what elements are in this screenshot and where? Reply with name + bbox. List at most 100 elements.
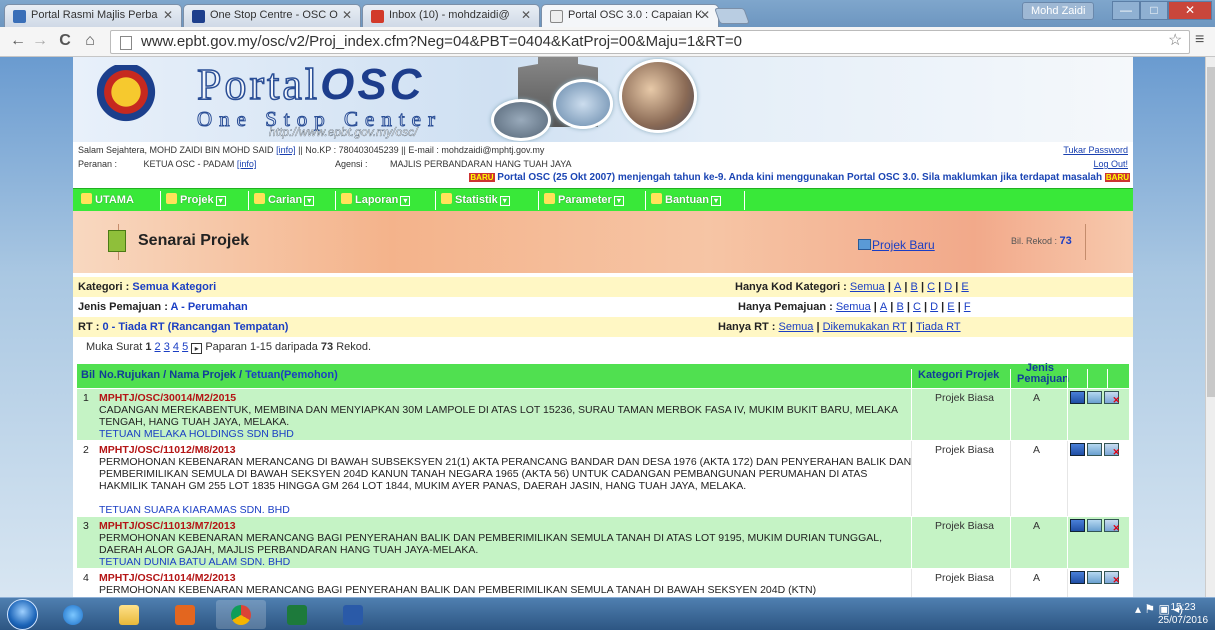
pemajuan-link-b[interactable]: B: [896, 301, 903, 313]
browser-tab-active[interactable]: Portal OSC 3.0 : Capaian K ✕: [541, 4, 719, 28]
project-code-link[interactable]: MPHTJ/OSC/11014/M2/2013: [99, 572, 236, 584]
dropdown-icon: ▾: [215, 196, 226, 206]
jenis-value: A - Perumahan: [170, 301, 248, 313]
browser-tab[interactable]: Portal Rasmi Majlis Perba ✕: [4, 4, 182, 27]
table-row[interactable]: 4 MPHTJ/OSC/11014/M2/2013 PERMOHONAN KEB…: [77, 568, 1129, 597]
delete-icon[interactable]: [1104, 571, 1120, 586]
view-icon[interactable]: [1070, 391, 1085, 404]
table-row[interactable]: 1 MPHTJ/OSC/30014/M2/2015 CADANGAN MEREK…: [77, 388, 1129, 441]
project-code-link[interactable]: MPHTJ/OSC/30014/M2/2015: [99, 392, 236, 404]
rt-link-tiada[interactable]: Tiada RT: [916, 321, 961, 333]
menu-projek[interactable]: Projek ▾: [166, 192, 226, 209]
taskbar-clock[interactable]: 15:23 25/07/2016: [1155, 601, 1211, 627]
view-icon[interactable]: [1070, 519, 1085, 532]
new-badge: BARU: [469, 173, 495, 182]
rt-link-semua[interactable]: Semua: [779, 321, 814, 333]
page-link-5[interactable]: 5: [182, 341, 188, 353]
table-header: Bil No.Rujukan / Nama Projek / Tetuan(Pe…: [77, 363, 1129, 393]
menu-utama[interactable]: UTAMA: [81, 192, 134, 209]
pemajuan-link-e[interactable]: E: [947, 301, 954, 313]
project-description: PERMOHONAN KEBENARAN MERANCANG BAGI PENY…: [99, 532, 883, 556]
tukar-password-link[interactable]: Tukar Password: [1063, 145, 1128, 155]
start-button[interactable]: [7, 599, 38, 630]
taskbar-word[interactable]: [328, 600, 378, 629]
menu-bantuan[interactable]: Bantuan ▾: [651, 192, 721, 209]
maximize-button[interactable]: □: [1140, 1, 1168, 20]
project-type: A: [1033, 392, 1041, 404]
excel-icon: [287, 605, 307, 625]
edit-icon[interactable]: [1087, 571, 1102, 584]
delete-icon[interactable]: [1104, 391, 1120, 406]
close-icon[interactable]: ✕: [700, 8, 710, 22]
new-tab-button[interactable]: [714, 8, 750, 24]
profile-button[interactable]: Mohd Zaidi: [1022, 2, 1095, 20]
reload-button[interactable]: C: [55, 31, 75, 51]
project-code-link[interactable]: MPHTJ/OSC/11013/M7/2013: [99, 520, 236, 532]
menu-statistik[interactable]: Statistik ▾: [441, 192, 510, 209]
next-page-icon[interactable]: ▸: [191, 343, 203, 354]
table-row[interactable]: 2 MPHTJ/OSC/11012/M8/2013 PERMOHONAN KEB…: [77, 440, 1129, 517]
role-info-link[interactable]: [info]: [237, 159, 257, 169]
kod-link-a[interactable]: A: [894, 281, 901, 293]
view-icon[interactable]: [1070, 443, 1085, 456]
home-button[interactable]: ⌂: [80, 31, 100, 51]
scrollbar-thumb[interactable]: [1207, 67, 1215, 397]
close-icon[interactable]: ✕: [342, 8, 352, 22]
edit-icon[interactable]: [1087, 519, 1102, 532]
address-bar[interactable]: www.epbt.gov.my/osc/v2/Proj_index.cfm?Ne…: [110, 30, 1190, 54]
portal-frame: PortalOSC One Stop Center http://www.epb…: [73, 57, 1133, 597]
menu-parameter[interactable]: Parameter ▾: [544, 192, 624, 209]
page-scrollbar[interactable]: [1205, 57, 1215, 597]
main-menu-bar: UTAMA Projek ▾ Carian ▾ Laporan ▾ Statistik…: [73, 188, 1133, 211]
log-out-link[interactable]: Log Out!: [1093, 159, 1128, 169]
record-count: Bil. Rekod : 73: [1011, 235, 1072, 247]
pemajuan-link-c[interactable]: C: [913, 301, 921, 313]
hanya-rt-label: Hanya RT :: [718, 321, 776, 333]
browser-menu-icon[interactable]: ≡: [1195, 31, 1204, 49]
project-applicant: TETUAN SUARA KIARAMAS SDN. BHD: [99, 504, 290, 516]
kod-link-d[interactable]: D: [944, 281, 952, 293]
menu-carian[interactable]: Carian ▾: [254, 192, 315, 209]
project-code-link[interactable]: MPHTJ/OSC/11012/M8/2013: [99, 444, 236, 456]
minimize-button[interactable]: —: [1112, 1, 1140, 20]
close-icon[interactable]: ✕: [163, 8, 173, 22]
word-icon: [343, 605, 363, 625]
page-link-2[interactable]: 2: [155, 341, 161, 353]
browser-tab[interactable]: Inbox (10) - mohdzaidi@ ✕: [362, 4, 540, 27]
taskbar-explorer[interactable]: [104, 600, 154, 629]
delete-icon[interactable]: [1104, 443, 1120, 458]
edit-icon[interactable]: [1087, 443, 1102, 456]
bookmark-star-icon[interactable]: ☆: [1168, 30, 1182, 50]
menu-laporan[interactable]: Laporan ▾: [341, 192, 411, 209]
user-info-link[interactable]: [info]: [276, 145, 296, 155]
close-icon[interactable]: ✕: [521, 8, 531, 22]
forward-button[interactable]: →: [30, 31, 50, 51]
pemajuan-link-d[interactable]: D: [930, 301, 938, 313]
kod-link-c[interactable]: C: [927, 281, 935, 293]
back-button[interactable]: ←: [8, 31, 28, 51]
project-type: A: [1033, 520, 1041, 532]
taskbar-outlook[interactable]: [160, 600, 210, 629]
page-icon: [550, 10, 563, 23]
taskbar-excel[interactable]: [272, 600, 322, 629]
projek-baru-link[interactable]: Projek Baru: [858, 238, 935, 252]
page-link-4[interactable]: 4: [173, 341, 179, 353]
rt-link-dikemukakan[interactable]: Dikemukakan RT: [823, 321, 907, 333]
delete-icon[interactable]: [1104, 519, 1120, 534]
kod-link-b[interactable]: B: [911, 281, 918, 293]
browser-tab[interactable]: One Stop Centre - OSC O ✕: [183, 4, 361, 27]
table-row[interactable]: 3 MPHTJ/OSC/11013/M7/2013 PERMOHONAN KEB…: [77, 516, 1129, 569]
pemajuan-link-f[interactable]: F: [964, 301, 971, 313]
pemajuan-link-semua[interactable]: Semua: [836, 301, 871, 313]
view-icon[interactable]: [1070, 571, 1085, 584]
taskbar-ie[interactable]: [48, 600, 98, 629]
pemajuan-link-a[interactable]: A: [880, 301, 887, 313]
kod-link-semua[interactable]: Semua: [850, 281, 885, 293]
taskbar-chrome[interactable]: [216, 600, 266, 629]
close-window-button[interactable]: ✕: [1168, 1, 1212, 20]
kod-link-e[interactable]: E: [961, 281, 968, 293]
edit-icon[interactable]: [1087, 391, 1102, 404]
row-number: 4: [83, 572, 89, 584]
page-link-3[interactable]: 3: [164, 341, 170, 353]
project-description: CADANGAN MEREKABENTUK, MEMBINA DAN MENYI…: [99, 404, 898, 428]
